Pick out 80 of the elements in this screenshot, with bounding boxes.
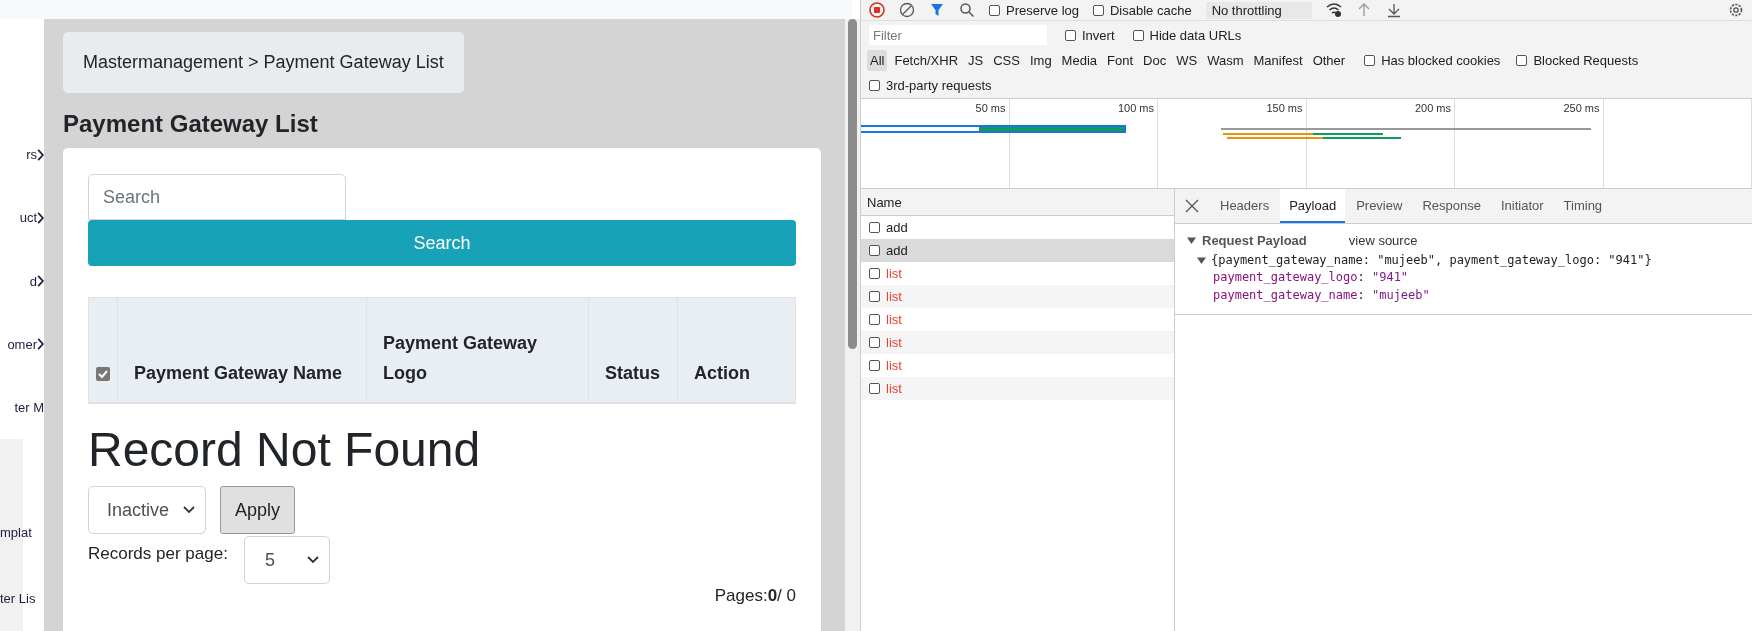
type-filter-button[interactable]: Media [1058, 50, 1101, 71]
sidebar-item[interactable]: mplat [0, 524, 32, 540]
column-header: Status [588, 297, 678, 403]
close-icon[interactable] [1185, 199, 1199, 213]
clear-icon[interactable] [899, 2, 915, 18]
filter-field[interactable]: Filter [869, 25, 1047, 45]
type-filter-button[interactable]: Other [1309, 50, 1349, 71]
sidebar-item[interactable]: ter Lis [0, 590, 36, 606]
breadcrumb: Mastermanagement > Payment Gateway List [63, 32, 464, 93]
payload-property: payment_gateway_logo: "941" [1212, 270, 1410, 286]
payload-object: {payment_gateway_name: "mujeeb", payment_gateway_logo: "941"} [1211, 253, 1652, 267]
filter-icon[interactable] [929, 2, 945, 18]
request-row[interactable]: list [861, 354, 1174, 377]
type-filter-button[interactable]: JS [965, 50, 987, 71]
checkbox[interactable]: Disable cache [1093, 2, 1192, 18]
throttling-select[interactable]: No throttling [1205, 1, 1312, 19]
apply-button[interactable]: Apply [220, 486, 296, 534]
expand-triangle-icon[interactable] [1197, 255, 1206, 265]
detail-tab[interactable]: Timing [1554, 189, 1612, 223]
sidebar-item[interactable]: ter M [14, 399, 44, 415]
sidebar-item[interactable]: omer [7, 336, 37, 352]
scrollbar-thumb[interactable] [848, 19, 857, 349]
records-per-page-label: Records per page: [88, 544, 228, 564]
expand-triangle-icon[interactable] [1187, 235, 1196, 245]
request-row[interactable]: list [861, 308, 1174, 331]
search-field[interactable]: Search [88, 174, 346, 220]
sidebar-item[interactable]: uct [19, 210, 37, 226]
sidebar-item[interactable]: d [29, 273, 37, 289]
type-filter-button[interactable]: All [867, 50, 888, 71]
time-tick-label: 50 ms [975, 102, 1006, 114]
detail-tab[interactable]: Headers [1211, 189, 1279, 223]
type-filter-button[interactable]: Font [1104, 50, 1137, 71]
view-source-link[interactable]: view source [1348, 232, 1418, 248]
type-filter-button[interactable]: Doc [1140, 50, 1170, 71]
checkbox[interactable]: Preserve log [989, 2, 1079, 18]
column-header: Payment Gateway Name [117, 297, 367, 403]
column-header: Payment Gateway Logo [366, 297, 589, 403]
time-tick-label: 250 ms [1563, 102, 1600, 114]
wifi-gear-icon[interactable] [1325, 2, 1342, 18]
status-select[interactable]: Inactive [88, 486, 207, 534]
detail-tab[interactable]: Preview [1347, 189, 1412, 223]
empty-message: Record Not Found [88, 422, 482, 478]
time-tick-label: 150 ms [1266, 102, 1303, 114]
section-title: Request Payload [1202, 232, 1307, 248]
checkbox[interactable]: Invert [1065, 27, 1115, 43]
page-count: Pages:0/ 0 [714, 586, 796, 606]
search-icon[interactable] [959, 2, 975, 18]
caret-down-icon [183, 506, 196, 514]
request-row[interactable]: list [861, 262, 1174, 285]
detail-tab[interactable]: Initiator [1491, 189, 1553, 223]
page-title: Payment Gateway List [63, 110, 319, 138]
checkbox[interactable]: 3rd-party requests [869, 78, 992, 93]
checkbox[interactable]: Hide data URLs [1132, 27, 1242, 43]
select-all-checkbox[interactable] [96, 367, 110, 382]
type-filter-button[interactable]: Fetch/XHR [891, 50, 962, 71]
type-filter-button[interactable]: WS [1173, 50, 1201, 71]
type-filter-button[interactable]: Manifest [1250, 50, 1306, 71]
time-tick-label: 200 ms [1414, 102, 1451, 114]
type-filter-button[interactable]: Img [1026, 50, 1055, 71]
request-row[interactable]: add [861, 216, 1174, 239]
type-filter-button[interactable]: CSS [990, 50, 1023, 71]
checkbox[interactable]: Has blocked cookies [1364, 53, 1501, 68]
caret-down-icon [306, 556, 319, 564]
column-header: Action [677, 297, 796, 403]
settings-icon[interactable] [1728, 2, 1744, 18]
detail-tab[interactable]: Response [1413, 189, 1490, 223]
request-row[interactable]: list [861, 377, 1174, 400]
type-filter-button[interactable]: Wasm [1204, 50, 1247, 71]
time-tick-label: 100 ms [1117, 102, 1154, 114]
records-per-page-select[interactable]: 5 [243, 536, 330, 584]
sidebar-item[interactable]: rs [26, 147, 37, 163]
request-row[interactable]: list [861, 331, 1174, 354]
name-column-header: Name [861, 189, 1174, 216]
request-row[interactable]: list [861, 285, 1174, 308]
detail-tab[interactable]: Payload [1280, 189, 1346, 223]
checkbox[interactable]: Blocked Requests [1516, 53, 1639, 68]
request-row[interactable]: add [861, 239, 1174, 262]
download-icon[interactable] [1385, 2, 1402, 18]
payload-property: payment_gateway_name: "mujeeb" [1212, 288, 1431, 304]
record-stop-icon[interactable] [869, 2, 885, 18]
